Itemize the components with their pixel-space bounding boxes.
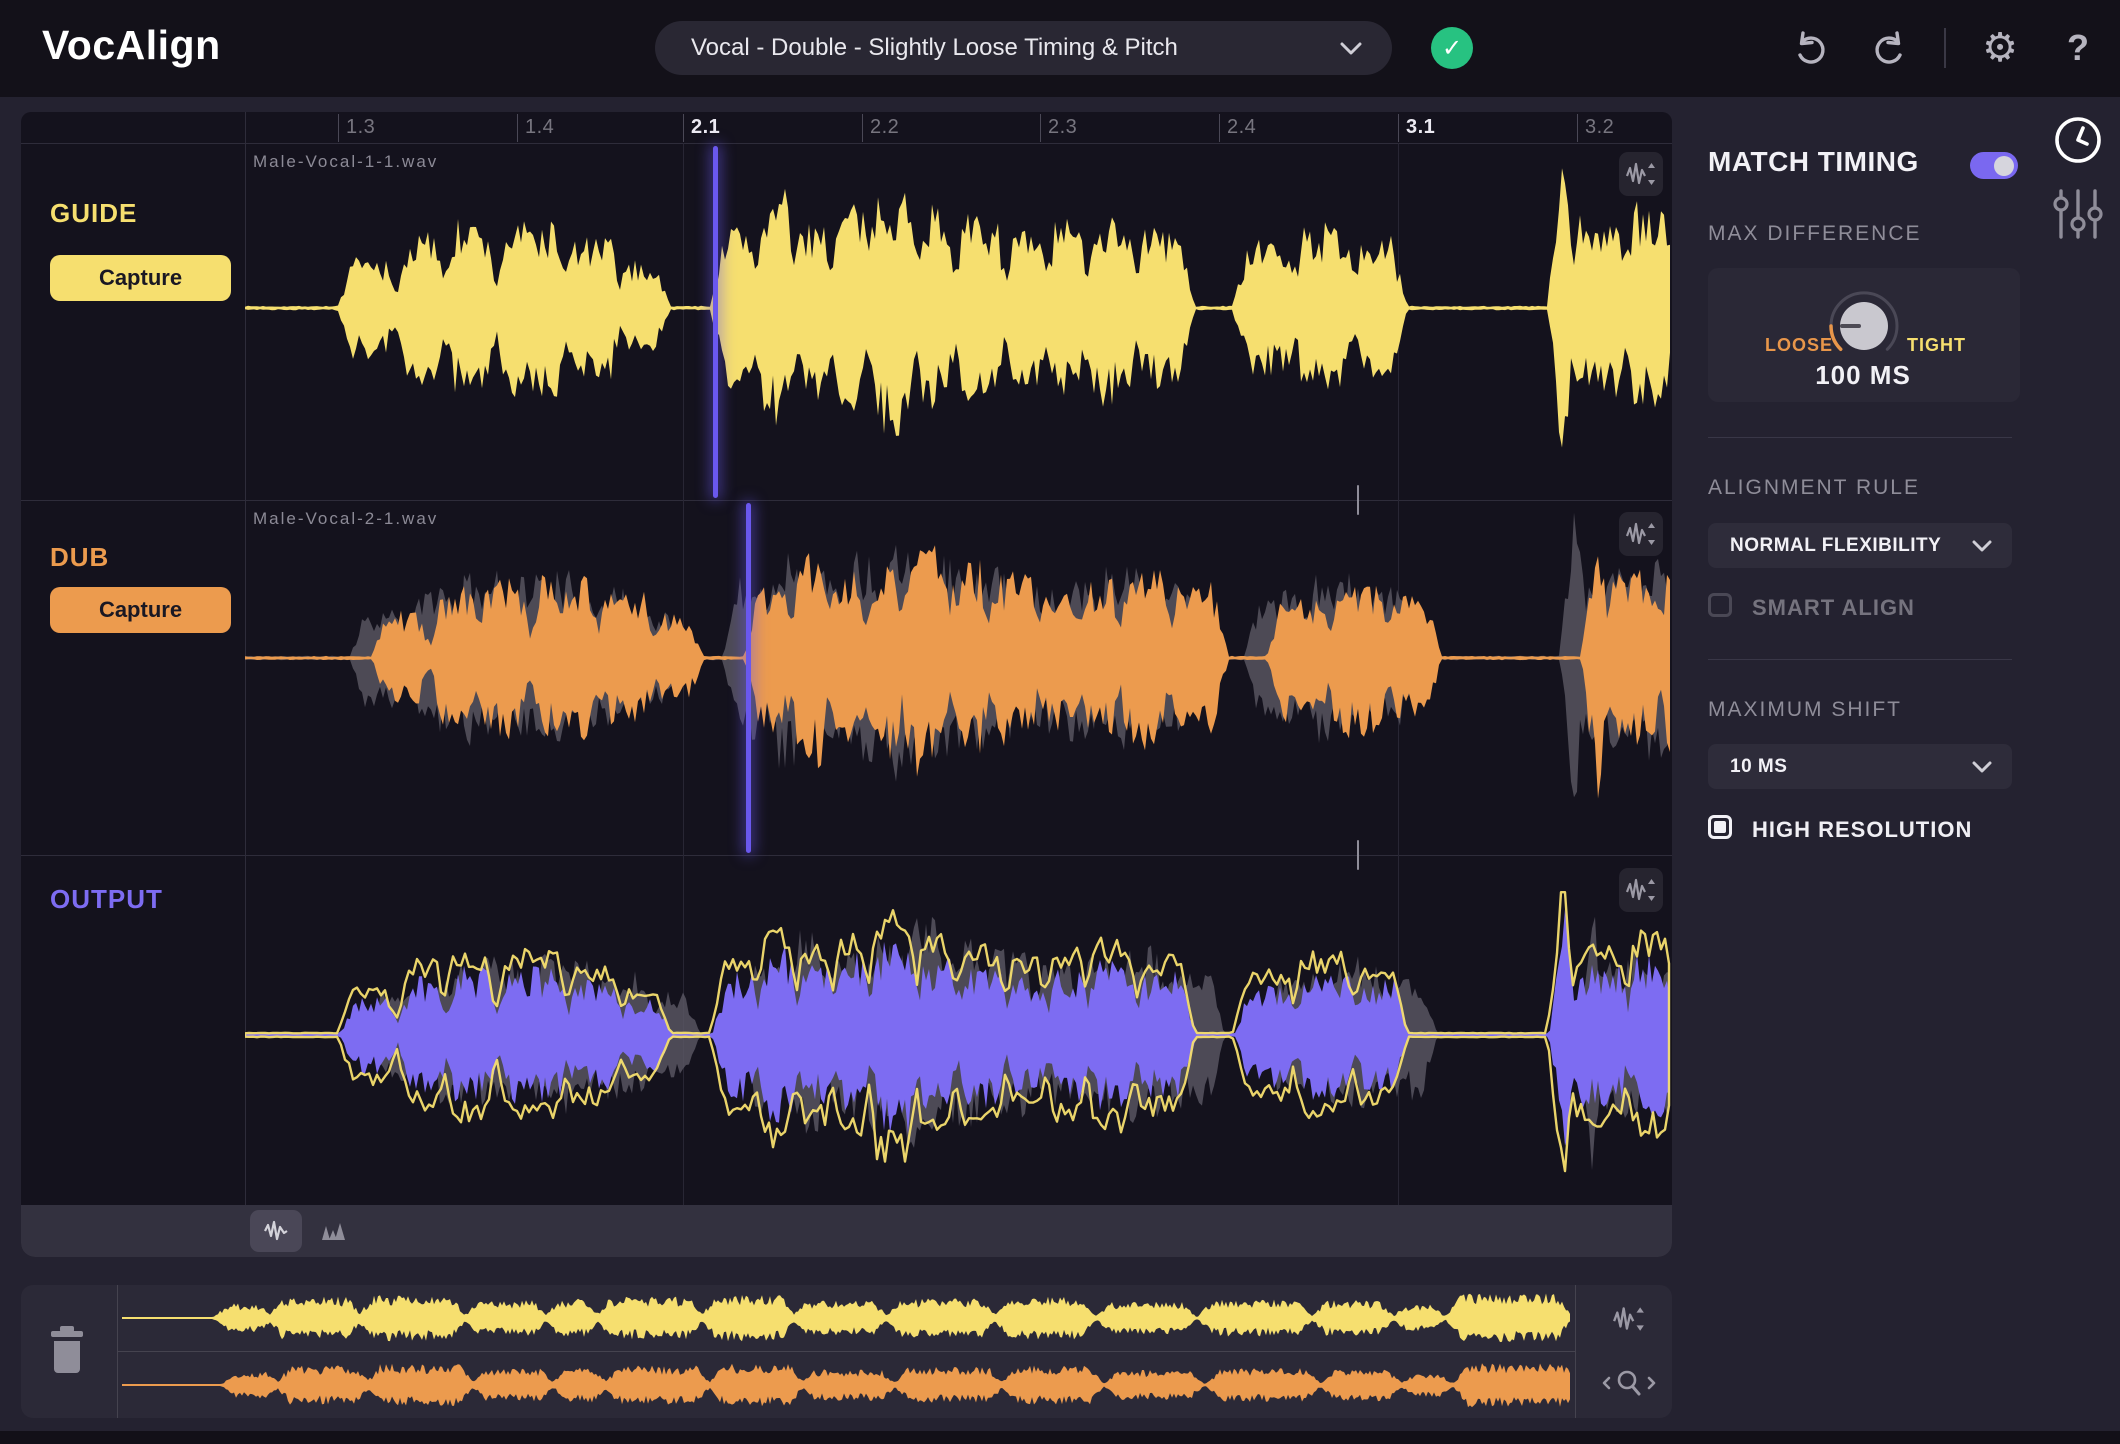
window-bottom-edge — [0, 1431, 2120, 1444]
toggle-knob — [1994, 156, 2014, 176]
clock-icon — [2052, 114, 2104, 166]
output-zoom-button[interactable] — [1619, 868, 1663, 912]
ruler-tick-label: 3.2 — [1585, 116, 1614, 139]
ruler-tick — [1577, 114, 1578, 142]
guide-track-label: GUIDE — [50, 198, 137, 229]
redo-icon — [1870, 28, 1910, 68]
max-difference-knob-panel: LOOSE TIGHT 100 MS — [1708, 268, 2020, 402]
maximum-shift-value: 10 MS — [1730, 756, 1787, 778]
section-divider — [1708, 437, 2012, 438]
help-button[interactable]: ? — [2052, 22, 2104, 74]
preset-dropdown[interactable]: Vocal - Double - Slightly Loose Timing &… — [655, 21, 1392, 75]
ruler-tick — [1040, 114, 1041, 142]
ruler-tick-label: 2.2 — [870, 116, 899, 139]
ruler-tick-label: 2.3 — [1048, 116, 1077, 139]
chevron-down-icon — [1972, 761, 1992, 773]
knob-min-label: LOOSE — [1765, 335, 1833, 356]
output-waveform[interactable] — [245, 858, 1672, 1203]
undo-icon — [1790, 28, 1830, 68]
waveform-vzoom-icon — [1625, 520, 1657, 548]
vocalign-window: VocAlign Vocal - Double - Slightly Loose… — [0, 0, 2120, 1444]
guide-dub-divider — [21, 500, 1672, 501]
smart-align-label: SMART ALIGN — [1752, 595, 1915, 621]
waveform-vzoom-icon — [1612, 1304, 1646, 1334]
overview-vzoom-button[interactable] — [1601, 1297, 1657, 1341]
alignment-rule-label: ALIGNMENT RULE — [1708, 476, 1920, 500]
histogram-icon — [321, 1221, 347, 1241]
high-resolution-checkbox[interactable] — [1708, 815, 1732, 839]
ruler-tick — [1398, 114, 1399, 142]
max-difference-label: MAX DIFFERENCE — [1708, 222, 1922, 246]
waveform-view-button[interactable] — [250, 1210, 302, 1252]
knob-value: 100 MS — [1779, 360, 1947, 391]
preset-status-badge: ✓ — [1431, 27, 1473, 69]
ruler-tick-label: 2.4 — [1227, 116, 1256, 139]
maximum-shift-dropdown[interactable]: 10 MS — [1708, 744, 2012, 789]
timing-tab[interactable] — [2050, 112, 2106, 168]
waveform-vzoom-icon — [1625, 876, 1657, 904]
toolbar-divider — [1944, 28, 1946, 68]
ruler-tick-label: 2.1 — [691, 116, 720, 139]
ruler-tick — [1219, 114, 1220, 142]
help-icon: ? — [2067, 30, 2089, 66]
match-timing-toggle[interactable] — [1970, 152, 2018, 179]
chevron-down-icon — [1340, 42, 1362, 55]
blocks-view-button[interactable] — [314, 1214, 354, 1248]
trash-icon — [45, 1325, 89, 1377]
top-bar: VocAlign Vocal - Double - Slightly Loose… — [0, 0, 2120, 97]
alignment-rule-dropdown[interactable]: NORMAL FLEXIBILITY — [1708, 523, 2012, 568]
check-icon: ✓ — [1442, 34, 1462, 63]
overview-dub-waveform[interactable] — [122, 1354, 1570, 1414]
undo-button[interactable] — [1784, 22, 1836, 74]
dub-track-label: DUB — [50, 542, 109, 573]
sync-marker[interactable] — [746, 503, 751, 853]
dub-output-divider — [21, 855, 1672, 856]
section-divider — [1708, 659, 2012, 660]
chevron-down-icon — [1972, 540, 1992, 552]
waveform-vzoom-icon — [1625, 160, 1657, 188]
sliders-icon — [2053, 187, 2103, 241]
ruler-tick — [683, 114, 684, 142]
guide-zoom-button[interactable] — [1619, 152, 1663, 196]
dub-capture-button[interactable]: Capture — [50, 587, 231, 633]
timeline-ruler[interactable]: 1.3 1.4 2.1 2.2 2.3 2.4 3.1 3.2 — [21, 112, 1672, 144]
redo-button[interactable] — [1864, 22, 1916, 74]
dub-zoom-button[interactable] — [1619, 512, 1663, 556]
pitch-settings-tab[interactable] — [2052, 186, 2104, 242]
app-logo: VocAlign — [42, 22, 221, 69]
sync-marker[interactable] — [713, 146, 718, 498]
ruler-tick — [338, 114, 339, 142]
overview-hzoom-button[interactable] — [1597, 1361, 1661, 1405]
song-overview-panel — [21, 1285, 1672, 1418]
maximum-shift-label: MAXIMUM SHIFT — [1708, 698, 1902, 722]
alignment-rule-value: NORMAL FLEXIBILITY — [1730, 535, 1941, 557]
clear-capture-button[interactable] — [41, 1325, 93, 1377]
overview-mid-divider — [117, 1351, 1575, 1352]
zoom-horizontal-icon — [1601, 1367, 1657, 1399]
ruler-tick-label: 3.1 — [1406, 116, 1435, 139]
gear-icon: ⚙ — [1982, 28, 2018, 68]
guide-waveform[interactable] — [245, 146, 1672, 499]
tracks-panel: 1.31.42.12.22.32.43.13.2 GUIDE Capture M… — [21, 112, 1672, 1257]
high-resolution-label: HIGH RESOLUTION — [1752, 817, 1972, 843]
match-timing-title: MATCH TIMING — [1708, 146, 1919, 178]
output-track-label: OUTPUT — [50, 884, 163, 915]
checkbox-fill — [1714, 821, 1726, 833]
preset-label: Vocal - Double - Slightly Loose Timing &… — [691, 34, 1178, 62]
ruler-tick-label: 1.4 — [525, 116, 554, 139]
ruler-tick-label: 1.3 — [346, 116, 375, 139]
settings-button[interactable]: ⚙ — [1974, 22, 2026, 74]
ruler-tick — [517, 114, 518, 142]
dub-waveform[interactable] — [245, 503, 1672, 853]
smart-align-checkbox[interactable] — [1708, 593, 1732, 617]
waveform-icon — [263, 1219, 289, 1243]
guide-capture-button[interactable]: Capture — [50, 255, 231, 301]
view-mode-toolbar — [21, 1205, 1672, 1257]
overview-divider — [1575, 1285, 1576, 1418]
overview-guide-waveform[interactable] — [122, 1287, 1570, 1347]
knob-max-label: TIGHT — [1907, 335, 1966, 356]
ruler-tick — [862, 114, 863, 142]
